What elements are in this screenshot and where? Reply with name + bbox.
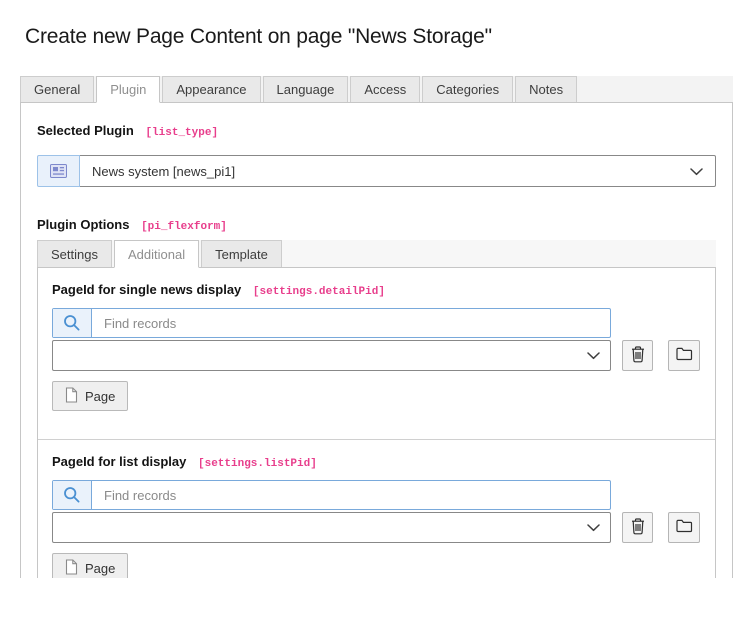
page-button-label: Page — [85, 389, 115, 404]
list-pid-page-button[interactable]: Page — [52, 553, 128, 578]
page-button-label: Page — [85, 561, 115, 576]
search-icon — [53, 481, 92, 509]
chevron-down-icon — [690, 164, 703, 179]
tab-general[interactable]: General — [20, 76, 94, 102]
list-pid-search-group — [52, 480, 611, 510]
list-pid-label: PageId for list display — [52, 454, 186, 469]
tab-additional[interactable]: Additional — [114, 240, 199, 268]
main-tabbar: General Plugin Appearance Language Acces… — [20, 76, 733, 103]
trash-icon — [630, 518, 646, 538]
detail-pid-delete-button[interactable] — [622, 340, 653, 371]
list-pid-select-row — [52, 512, 701, 543]
trash-icon — [630, 346, 646, 366]
page-icon — [65, 559, 78, 578]
detail-pid-select[interactable] — [52, 340, 611, 371]
tab-notes[interactable]: Notes — [515, 76, 577, 102]
chevron-down-icon — [587, 519, 600, 537]
flexform-tabbar: Settings Additional Template — [37, 240, 716, 268]
detail-pid-select-row — [52, 340, 701, 371]
tab-categories[interactable]: Categories — [422, 76, 513, 102]
page-title: Create new Page Content on page "News St… — [25, 24, 753, 49]
newspaper-icon — [37, 155, 80, 187]
detail-pid-label-row: PageId for single news display [settings… — [52, 282, 701, 300]
list-pid-browse-button[interactable] — [668, 512, 700, 543]
tab-language[interactable]: Language — [263, 76, 349, 102]
plugin-options-fieldname: [pi_flexform] — [141, 221, 227, 233]
tab-settings[interactable]: Settings — [37, 240, 112, 267]
tab-content-plugin: Selected Plugin [list_type] News system … — [20, 103, 733, 578]
tab-access[interactable]: Access — [350, 76, 420, 102]
selected-plugin-dropdown[interactable]: News system [news_pi1] — [80, 155, 716, 187]
chevron-down-icon — [587, 347, 600, 365]
detail-pid-search-input[interactable] — [92, 309, 610, 337]
field-list-pid: PageId for list display [settings.listPi… — [38, 439, 715, 578]
list-pid-label-row: PageId for list display [settings.listPi… — [52, 454, 701, 472]
tab-plugin[interactable]: Plugin — [96, 76, 160, 103]
detail-pid-browse-button[interactable] — [668, 340, 700, 371]
plugin-options-label: Plugin Options — [37, 217, 129, 232]
field-detail-pid: PageId for single news display [settings… — [38, 268, 715, 439]
tab-template[interactable]: Template — [201, 240, 282, 267]
list-pid-fieldname: [settings.listPid] — [198, 458, 317, 470]
detail-pid-page-button[interactable]: Page — [52, 381, 128, 411]
list-pid-select[interactable] — [52, 512, 611, 543]
detail-pid-label: PageId for single news display — [52, 282, 241, 297]
selected-plugin-label: Selected Plugin — [37, 123, 134, 138]
selected-plugin-select[interactable]: News system [news_pi1] — [37, 155, 716, 187]
selected-plugin-label-row: Selected Plugin [list_type] — [37, 123, 716, 141]
folder-icon — [676, 347, 693, 364]
detail-pid-fieldname: [settings.detailPid] — [253, 286, 385, 298]
list-pid-delete-button[interactable] — [622, 512, 653, 543]
folder-icon — [676, 519, 693, 536]
page-icon — [65, 387, 78, 406]
detail-pid-search-group — [52, 308, 611, 338]
flexform-tab-content-additional: PageId for single news display [settings… — [37, 268, 716, 578]
search-icon — [53, 309, 92, 337]
selected-plugin-fieldname: [list_type] — [145, 127, 218, 139]
record-form-panel: General Plugin Appearance Language Acces… — [20, 76, 733, 578]
list-pid-search-input[interactable] — [92, 481, 610, 509]
selected-plugin-value: News system [news_pi1] — [92, 164, 235, 179]
tab-appearance[interactable]: Appearance — [162, 76, 260, 102]
plugin-options-label-row: Plugin Options [pi_flexform] — [37, 217, 716, 235]
